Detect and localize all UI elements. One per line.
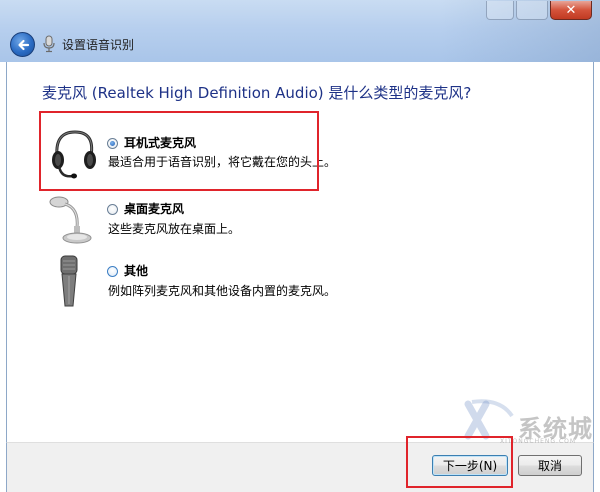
maximize-button[interactable] xyxy=(516,1,548,20)
option-other-description: 例如阵列麦克风和其他设备内置的麦克风。 xyxy=(108,284,337,298)
handheld-microphone-icon xyxy=(60,255,78,307)
cancel-button[interactable]: 取消 xyxy=(518,455,582,476)
desktop-microphone-icon xyxy=(49,196,92,244)
minimize-button[interactable] xyxy=(486,1,514,20)
option-desktop-microphone-title: 桌面麦克风 xyxy=(124,202,185,216)
back-button[interactable] xyxy=(10,32,35,57)
back-arrow-icon xyxy=(17,39,29,50)
option-desktop-microphone-description: 这些麦克风放在桌面上。 xyxy=(108,222,241,236)
option-other-radio[interactable] xyxy=(107,266,118,277)
close-button[interactable]: ✕ xyxy=(550,1,592,20)
highlight-box-headset xyxy=(39,111,319,191)
window-titlebar: ✕ 设置语音识别 xyxy=(0,0,600,62)
option-other[interactable]: 其他 例如阵列麦克风和其他设备内置的麦克风。 xyxy=(45,254,345,320)
highlight-box-next xyxy=(406,436,513,488)
option-other-title: 其他 xyxy=(124,264,149,278)
option-desktop-microphone[interactable]: 桌面麦克风 这些麦克风放在桌面上。 xyxy=(45,194,345,260)
window-title: 设置语音识别 xyxy=(62,38,135,52)
close-icon: ✕ xyxy=(565,2,577,18)
microphone-icon xyxy=(43,35,55,53)
page-heading: 麦克风 (Realtek High Definition Audio) 是什么类… xyxy=(42,84,472,102)
option-desktop-microphone-radio[interactable] xyxy=(107,204,118,215)
